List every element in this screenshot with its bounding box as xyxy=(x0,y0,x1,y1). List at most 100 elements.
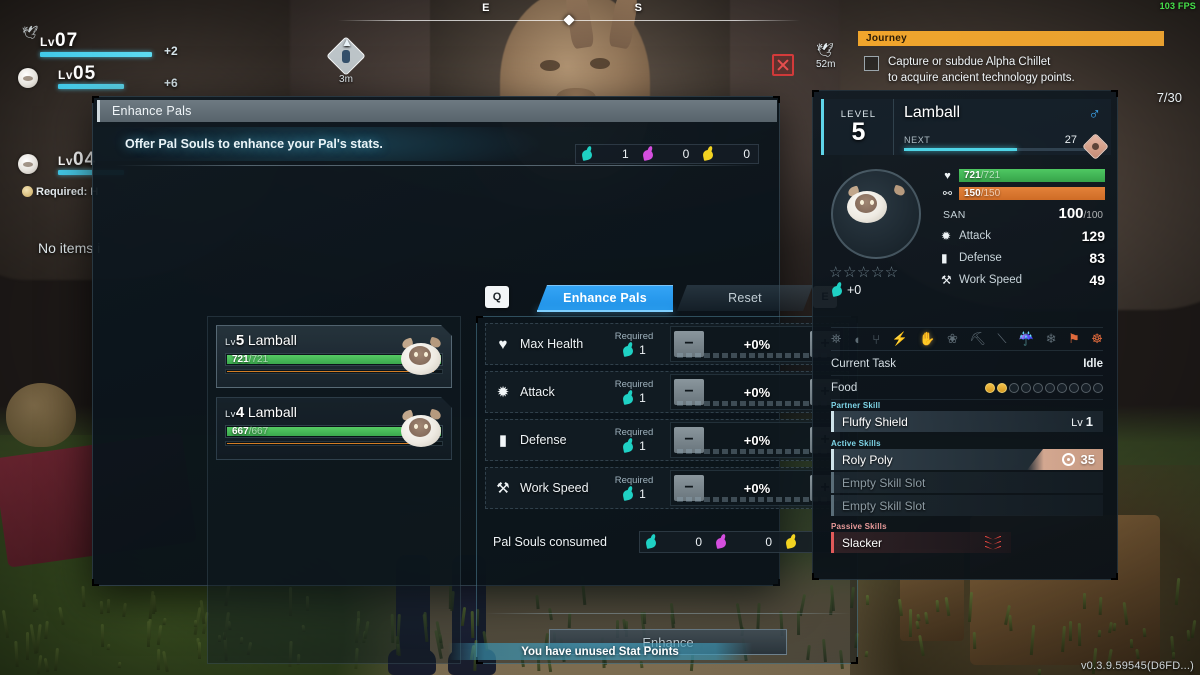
passive-skill-rank-down-icon xyxy=(985,536,1011,550)
food-pip xyxy=(1009,383,1019,393)
pal-1-level: Lv05 xyxy=(58,63,96,85)
detail-next-label: NEXT xyxy=(904,135,930,145)
active-skill-row-3[interactable]: Empty Skill Slot xyxy=(831,495,1103,516)
workspeed-icon: ⚒ xyxy=(941,273,959,287)
pal-souls-consumed-row: Pal Souls consumed 0 0 0 xyxy=(485,529,851,555)
detail-attr-attack-value: 129 xyxy=(1082,228,1105,244)
window-tabs: Q Enhance Pals Reset E xyxy=(485,285,837,311)
generating-electricity-icon: ⚡ xyxy=(892,331,908,347)
stat-row-defense: ▮ Defense Required 1 − +0% + xyxy=(485,419,849,461)
mining-icon: ⟍ xyxy=(997,331,1006,347)
detail-attr-defense-label: Defense xyxy=(959,252,1089,264)
active-skill-row-2[interactable]: Empty Skill Slot xyxy=(831,472,1103,493)
journey-counter: 7/30 xyxy=(1157,90,1182,105)
soul-large-icon xyxy=(785,535,797,549)
list-item[interactable]: Lv4 Lamball 667/667 xyxy=(216,397,452,460)
pal-souls-consumed-label: Pal Souls consumed xyxy=(485,535,639,549)
detail-corner-br xyxy=(1111,573,1118,580)
detail-pal-name: Lamball xyxy=(904,104,1103,122)
detail-san-value: 100 xyxy=(1059,205,1084,222)
soul-inventory-large: 0 xyxy=(697,145,758,163)
detail-hp-current: 721 xyxy=(964,170,981,181)
journey-header: Journey xyxy=(858,31,1164,46)
compass: E S xyxy=(338,19,800,22)
stat-value-defense: +0% xyxy=(707,433,807,448)
detail-corner-bl xyxy=(812,573,819,580)
detail-shield-bar: 150/150 xyxy=(959,187,1105,200)
detail-corner-tr xyxy=(1111,90,1118,97)
pal-1-level-bonus: +6 xyxy=(164,76,178,90)
soul-small-icon xyxy=(622,391,634,405)
window-corner-bl xyxy=(92,579,99,586)
tab-reset[interactable]: Reset xyxy=(677,285,813,311)
tab-active-underline xyxy=(537,310,673,312)
stat-label-defense: Defense xyxy=(520,433,598,447)
active-skill-row-1[interactable]: Roly Poly 35 xyxy=(831,449,1103,470)
detail-attr-defense: ▮ Defense 83 xyxy=(941,250,1105,266)
waypoint-distance: 3m xyxy=(339,74,353,85)
pal-card-hp-current: 721 xyxy=(232,354,249,365)
journey-objective-text: Capture or subdue Alpha Chillet to acqui… xyxy=(888,55,1075,87)
detail-rank-stars: ☆☆☆☆☆ xyxy=(829,263,923,281)
detail-san-row: SAN 100/100 xyxy=(941,205,1105,222)
detail-header: LEVEL 5 Lamball ♂ NEXT 27 xyxy=(821,99,1111,155)
bat-icon: 🕊 xyxy=(816,42,842,59)
detail-hp-row: ♥ 721/721 xyxy=(941,169,1105,182)
active-skill-2-name: Empty Skill Slot xyxy=(842,476,1103,490)
stat-required-attack: Required 1 xyxy=(598,379,670,405)
stat-label-max-health: Max Health xyxy=(520,337,598,351)
statpanel-corner-br xyxy=(851,657,858,664)
active-skills-label: Active Skills xyxy=(831,439,881,448)
active-skill-1-name: Roly Poly xyxy=(842,453,1027,467)
stat-row-max-health: ♥ Max Health Required 1 − +0% + xyxy=(485,323,849,365)
pal-detail-panel: LEVEL 5 Lamball ♂ NEXT 27 ☆☆☆☆☆ +0 ♥ 721… xyxy=(812,90,1118,580)
current-task-row: Current Task Idle xyxy=(831,352,1103,376)
food-pip xyxy=(985,383,995,393)
panel-separator xyxy=(485,613,851,614)
pal-1-avatar-icon xyxy=(18,68,38,88)
pal-card-thumbnail xyxy=(397,405,445,453)
cooling-icon: ❄ xyxy=(1046,331,1057,347)
detail-level-block: LEVEL 5 xyxy=(824,99,894,155)
compass-mark-south: S xyxy=(635,2,642,14)
tab-prev-key[interactable]: Q xyxy=(485,286,509,308)
attack-icon: ✹ xyxy=(941,229,959,243)
stat-row-work-speed: ⚒ Work Speed Required 1 − +0% + xyxy=(485,467,849,509)
workspeed-icon: ⚒ xyxy=(486,479,520,497)
detail-hp-max: /721 xyxy=(981,170,1000,181)
soul-medium-count: 0 xyxy=(654,147,693,161)
soul-small-count: 1 xyxy=(593,147,632,161)
list-item[interactable]: Lv5 Lamball 721/721 xyxy=(216,325,452,388)
party-row-player: Lv07 +2 xyxy=(18,28,218,62)
detail-attr-work-speed-label: Work Speed xyxy=(959,274,1089,286)
pal-2-avatar-icon xyxy=(18,154,38,174)
shield-icon: ▮ xyxy=(941,251,959,265)
detail-shield-max: /150 xyxy=(981,188,1000,199)
pal-selection-list[interactable]: Lv5 Lamball 721/721 Lv4 Lamball 667/667 xyxy=(207,316,461,664)
food-pip xyxy=(1045,383,1055,393)
soul-small-icon xyxy=(581,147,593,161)
consumed-small: 0 xyxy=(640,532,710,552)
bat-marker-right: 🕊 52m xyxy=(816,42,842,76)
stat-row-attack: ✹ Attack Required 1 − +0% + xyxy=(485,371,849,413)
partner-skill-row[interactable]: Fluffy Shield Lv 1 xyxy=(831,411,1103,432)
gathering-icon: ❀ xyxy=(947,331,958,347)
enhance-pals-window: Enhance Pals Offer Pal Souls to enhance … xyxy=(92,96,780,586)
handiwork-icon: ✋ xyxy=(919,331,935,347)
soul-medium-icon xyxy=(715,535,727,549)
compass-mark-east: E xyxy=(482,2,489,14)
journey-checkbox-icon xyxy=(864,56,879,71)
detail-hp-bar: 721/721 xyxy=(959,169,1105,182)
header-divider xyxy=(115,165,759,166)
food-pip xyxy=(1093,383,1103,393)
player-level-bonus: +2 xyxy=(164,44,178,58)
tab-enhance-pals[interactable]: Enhance Pals xyxy=(537,285,673,311)
passive-skill-row-1[interactable]: Slacker xyxy=(831,532,1011,553)
detail-stat-column: ♥ 721/721 ⚯ 150/150 SAN 100/100 ✹ Attack… xyxy=(941,169,1105,288)
detail-soul-bonus-value: +0 xyxy=(847,283,861,297)
detail-attr-work-speed: ⚒ Work Speed 49 xyxy=(941,272,1105,288)
partner-skill-name: Fluffy Shield xyxy=(842,415,1071,429)
journey-objective-line-2: to acquire ancient technology points. xyxy=(888,71,1075,87)
food-row: Food xyxy=(831,376,1103,400)
detail-next-bar xyxy=(904,148,1103,151)
